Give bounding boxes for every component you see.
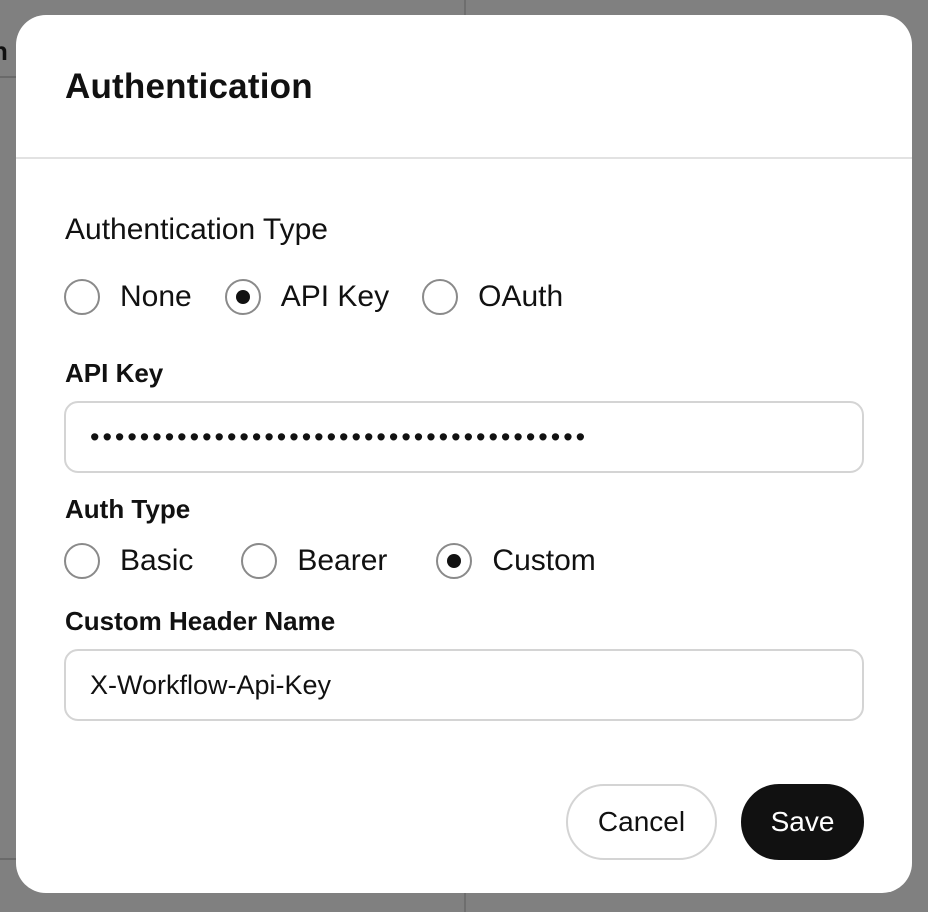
radio-label-basic: Basic xyxy=(120,544,194,577)
radio-none[interactable] xyxy=(64,279,100,315)
radio-bearer[interactable] xyxy=(241,543,278,579)
api-key-input[interactable] xyxy=(64,401,864,473)
auth-type-radio-group: Basic Bearer Custom xyxy=(64,539,596,583)
custom-header-name-input[interactable] xyxy=(64,649,864,721)
dialog-title: Authentication xyxy=(65,67,313,106)
radio-api-key[interactable] xyxy=(224,279,261,315)
auth-type-label: Auth Type xyxy=(65,494,191,524)
dialog-header: Authentication xyxy=(16,15,912,159)
custom-header-name-label: Custom Header Name xyxy=(65,606,336,636)
radio-option-basic[interactable]: Basic xyxy=(64,543,193,579)
authentication-dialog: Authentication Authentication Type None … xyxy=(16,15,912,893)
radio-label-none: None xyxy=(120,280,192,313)
radio-option-none[interactable]: None xyxy=(64,279,192,315)
radio-label-oauth: OAuth xyxy=(478,280,564,313)
save-button[interactable]: Save xyxy=(741,784,864,860)
radio-label-custom: Custom xyxy=(492,544,596,577)
radio-option-oauth[interactable]: OAuth xyxy=(422,279,563,315)
cancel-button[interactable]: Cancel xyxy=(566,784,717,860)
backdrop-divider xyxy=(0,858,16,860)
radio-option-bearer[interactable]: Bearer xyxy=(241,543,387,579)
radio-basic[interactable] xyxy=(64,543,100,579)
authentication-type-radio-group: None API Key OAuth xyxy=(64,275,563,319)
radio-option-custom[interactable]: Custom xyxy=(436,543,596,579)
radio-oauth[interactable] xyxy=(422,279,459,315)
api-key-label: API Key xyxy=(65,358,164,388)
backdrop-divider xyxy=(0,76,16,78)
radio-label-api-key: API Key xyxy=(280,280,390,313)
dialog-body: Authentication Type None API Key OAuth A… xyxy=(16,159,912,893)
radio-label-bearer: Bearer xyxy=(297,544,388,577)
radio-option-api-key[interactable]: API Key xyxy=(224,279,390,315)
radio-custom[interactable] xyxy=(436,543,473,579)
authentication-type-label: Authentication Type xyxy=(65,213,328,246)
